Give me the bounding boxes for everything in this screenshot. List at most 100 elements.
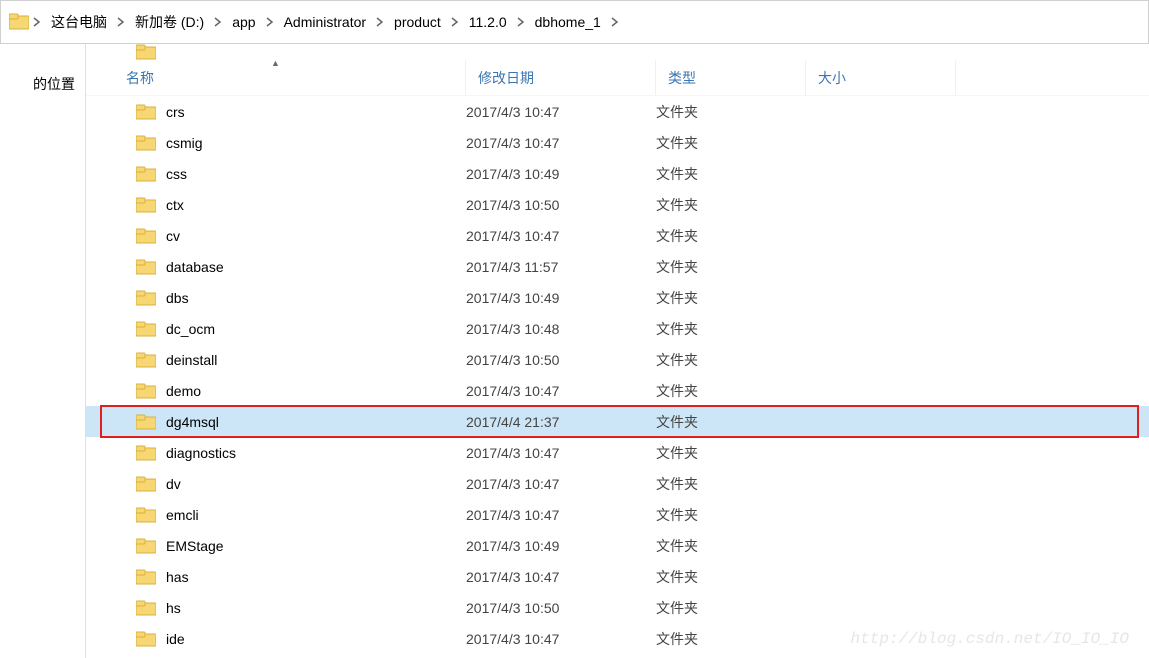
folder-icon — [9, 13, 29, 31]
file-name-label: dc_ocm — [166, 321, 215, 337]
file-date-cell: 2017/4/3 10:47 — [466, 631, 656, 647]
file-type-cell: 文件夹 — [656, 226, 806, 246]
file-type-cell: 文件夹 — [656, 412, 806, 432]
file-row[interactable]: ctx2017/4/3 10:50文件夹 — [86, 189, 1149, 220]
file-name-cell[interactable]: cv — [86, 228, 466, 244]
folder-icon — [136, 414, 156, 430]
folder-icon — [136, 135, 156, 151]
file-date-cell: 2017/4/3 10:47 — [466, 476, 656, 492]
file-row[interactable]: cv2017/4/3 10:47文件夹 — [86, 220, 1149, 251]
file-date-cell: 2017/4/3 10:47 — [466, 569, 656, 585]
file-name-label: EMStage — [166, 538, 224, 554]
file-date-cell: 2017/4/3 10:49 — [466, 538, 656, 554]
breadcrumb-item[interactable]: 这台电脑 — [45, 8, 113, 36]
address-bar[interactable]: 这台电脑新加卷 (D:) app Administrator product 11.2.… — [0, 0, 1149, 44]
file-name-cell[interactable]: emcli — [86, 507, 466, 523]
breadcrumb-item[interactable]: 新加卷 (D:) — [129, 8, 210, 36]
file-name-cell[interactable]: deinstall — [86, 352, 466, 368]
file-row[interactable]: csmig2017/4/3 10:47文件夹 — [86, 127, 1149, 158]
breadcrumb: 这台电脑新加卷 (D:) app Administrator product 11.2.… — [45, 8, 623, 36]
file-name-cell[interactable]: diagnostics — [86, 445, 466, 461]
chevron-right-icon[interactable] — [372, 17, 388, 27]
nav-item-location[interactable]: 的位置 — [0, 44, 85, 104]
folder-icon — [136, 538, 156, 554]
chevron-right-icon[interactable] — [113, 17, 129, 27]
header-size-label: 大小 — [818, 68, 846, 88]
folder-icon — [136, 631, 156, 647]
chevron-right-icon[interactable] — [513, 17, 529, 27]
breadcrumb-item[interactable]: 11.2.0 — [463, 10, 513, 34]
file-row[interactable]: dc_ocm2017/4/3 10:48文件夹 — [86, 313, 1149, 344]
file-date-cell: 2017/4/3 10:47 — [466, 104, 656, 120]
file-row[interactable]: EMStage 2017/4/3 10:49文件夹 — [86, 530, 1149, 561]
folder-icon — [136, 259, 156, 275]
header-type[interactable]: 类型 — [656, 60, 806, 95]
folder-icon — [136, 44, 156, 60]
file-date-cell: 2017/4/3 11:57 — [466, 259, 656, 275]
file-name-cell[interactable]: css — [86, 166, 466, 182]
file-row[interactable]: hs2017/4/3 10:50文件夹 — [86, 592, 1149, 623]
folder-icon — [136, 197, 156, 213]
file-row[interactable]: diagnostics2017/4/3 10:47文件夹 — [86, 437, 1149, 468]
chevron-right-icon[interactable] — [210, 17, 226, 27]
breadcrumb-item[interactable]: Administrator — [278, 10, 372, 34]
file-name-cell[interactable]: dc_ocm — [86, 321, 466, 337]
file-row[interactable]: deinstall2017/4/3 10:50文件夹 — [86, 344, 1149, 375]
header-date[interactable]: 修改日期 — [466, 60, 656, 95]
file-name-cell[interactable]: dv — [86, 476, 466, 492]
file-name-label: has — [166, 569, 189, 585]
file-type-cell: 文件夹 — [656, 567, 806, 587]
file-name-cell[interactable]: crs — [86, 104, 466, 120]
file-name-cell[interactable]: hs — [86, 600, 466, 616]
chevron-right-icon[interactable] — [447, 17, 463, 27]
file-row[interactable]: css2017/4/3 10:49文件夹 — [86, 158, 1149, 189]
file-type-cell: 文件夹 — [656, 102, 806, 122]
breadcrumb-item[interactable]: product — [388, 10, 447, 34]
file-row[interactable]: demo2017/4/3 10:47文件夹 — [86, 375, 1149, 406]
chevron-right-icon[interactable] — [29, 17, 45, 27]
folder-icon — [136, 507, 156, 523]
file-name-label: ctx — [166, 197, 184, 213]
file-name-cell[interactable]: dbs — [86, 290, 466, 306]
file-type-cell: 文件夹 — [656, 381, 806, 401]
file-row[interactable]: ide2017/4/3 10:47文件夹 — [86, 623, 1149, 654]
folder-icon — [136, 569, 156, 585]
file-row[interactable]: crs2017/4/3 10:47文件夹 — [86, 96, 1149, 127]
file-name-cell[interactable]: ctx — [86, 197, 466, 213]
breadcrumb-item[interactable]: dbhome_1 — [529, 10, 607, 34]
header-size[interactable]: 大小 — [806, 60, 956, 95]
file-name-cell[interactable]: demo — [86, 383, 466, 399]
file-row[interactable]: database2017/4/3 11:57文件夹 — [86, 251, 1149, 282]
folder-icon — [136, 445, 156, 461]
file-name-cell[interactable]: ide — [86, 631, 466, 647]
file-name-cell[interactable]: csmig — [86, 135, 466, 151]
file-type-cell: 文件夹 — [656, 319, 806, 339]
header-name-label: 名称 — [126, 68, 154, 88]
file-list-pane: ▲ 名称 修改日期 类型 大小 crs2017/4/3 10:47文件夹csmi… — [86, 44, 1149, 658]
folder-icon — [136, 600, 156, 616]
chevron-right-icon[interactable] — [262, 17, 278, 27]
chevron-right-icon[interactable] — [607, 17, 623, 27]
file-type-cell: 文件夹 — [656, 257, 806, 277]
file-type-cell: 文件夹 — [656, 474, 806, 494]
file-row[interactable]: has 2017/4/3 10:47文件夹 — [86, 561, 1149, 592]
file-name-label: deinstall — [166, 352, 217, 368]
breadcrumb-item[interactable]: app — [226, 10, 261, 34]
file-name-label: demo — [166, 383, 201, 399]
file-name-cell[interactable]: database — [86, 259, 466, 275]
file-name-cell[interactable]: has — [86, 569, 466, 585]
file-row[interactable]: dg4msql2017/4/4 21:37文件夹 — [86, 406, 1149, 437]
file-date-cell: 2017/4/3 10:49 — [466, 290, 656, 306]
header-name[interactable]: ▲ 名称 — [86, 60, 466, 95]
file-name-cell[interactable]: dg4msql — [86, 414, 466, 430]
file-type-cell: 文件夹 — [656, 536, 806, 556]
file-name-label: cv — [166, 228, 180, 244]
file-name-cell[interactable]: EMStage — [86, 538, 466, 554]
file-name-label: emcli — [166, 507, 199, 523]
file-row[interactable]: dv2017/4/3 10:47文件夹 — [86, 468, 1149, 499]
file-row[interactable]: dbs2017/4/3 10:49文件夹 — [86, 282, 1149, 313]
column-headers: ▲ 名称 修改日期 类型 大小 — [86, 60, 1149, 96]
file-name-label: diagnostics — [166, 445, 236, 461]
file-date-cell: 2017/4/3 10:49 — [466, 166, 656, 182]
file-row[interactable]: emcli2017/4/3 10:47文件夹 — [86, 499, 1149, 530]
